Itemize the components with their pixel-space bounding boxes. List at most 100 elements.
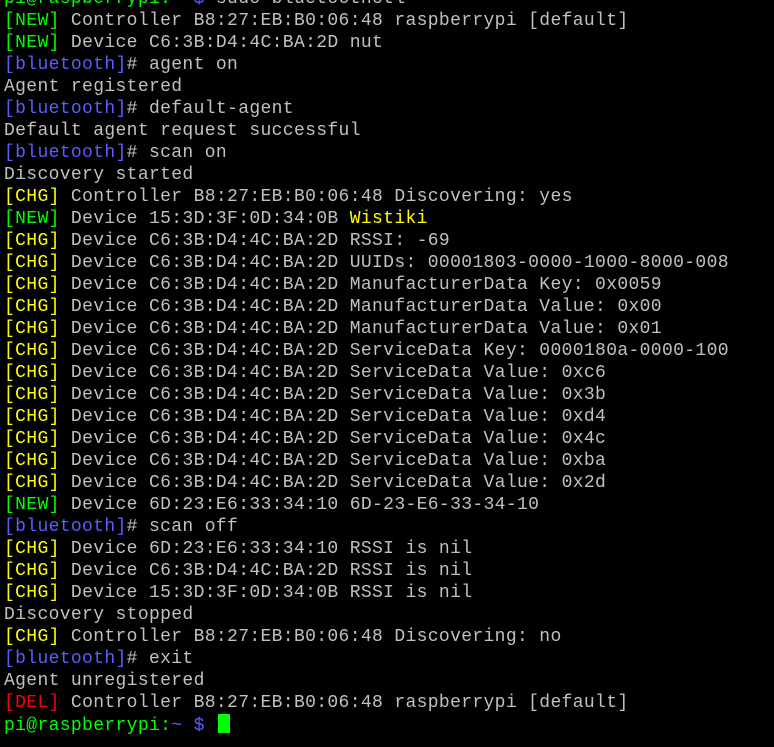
- chg-tag: [CHG]: [4, 385, 60, 405]
- output-text: Discovery started: [4, 165, 194, 185]
- output-text: Device C6:3B:D4:4C:BA:2D ServiceData Val…: [59, 363, 607, 383]
- prompt-user-host: pi@raspberrypi:: [4, 716, 172, 736]
- prompt-path: ~ $: [171, 716, 205, 736]
- output-text: Controller B8:27:EB:B0:06:48 raspberrypi…: [59, 693, 629, 713]
- output-text: # scan on: [126, 143, 228, 163]
- new-tag: [NEW]: [4, 495, 60, 515]
- bluetooth-prompt-tag: [bluetooth]: [4, 517, 127, 537]
- output-text: Device C6:3B:D4:4C:BA:2D UUIDs: 00001803…: [59, 253, 729, 273]
- terminal-line: [CHG] Device C6:3B:D4:4C:BA:2D ServiceDa…: [4, 340, 774, 362]
- chg-tag: [CHG]: [4, 429, 60, 449]
- terminal-line: Default agent request successful: [4, 120, 774, 142]
- terminal-line: [bluetooth]# scan on: [4, 142, 774, 164]
- output-text: # scan off: [126, 517, 239, 537]
- chg-tag: [CHG]: [4, 253, 60, 273]
- prompt-path: ~ $: [171, 0, 204, 9]
- chg-tag: [CHG]: [4, 231, 60, 251]
- output-text: Device C6:3B:D4:4C:BA:2D RSSI: -69: [59, 231, 451, 251]
- terminal-line: [CHG] Device C6:3B:D4:4C:BA:2D ServiceDa…: [4, 384, 774, 406]
- output-text: Device 15:3D:3F:0D:34:0B: [59, 209, 350, 229]
- terminal-line: [CHG] Device C6:3B:D4:4C:BA:2D Manufactu…: [4, 274, 774, 296]
- terminal-line: [CHG] Device C6:3B:D4:4C:BA:2D RSSI is n…: [4, 560, 774, 582]
- output-text: Device 15:3D:3F:0D:34:0B RSSI is nil: [59, 583, 473, 603]
- bluetooth-prompt-tag: [bluetooth]: [4, 99, 127, 119]
- terminal-line: [DEL] Controller B8:27:EB:B0:06:48 raspb…: [4, 692, 774, 714]
- terminal-line: [CHG] Device C6:3B:D4:4C:BA:2D UUIDs: 00…: [4, 252, 774, 274]
- chg-tag: [CHG]: [4, 407, 60, 427]
- terminal-line: [NEW] Device 6D:23:E6:33:34:10 6D-23-E6-…: [4, 494, 774, 516]
- output-text: Device C6:3B:D4:4C:BA:2D nut: [59, 33, 384, 53]
- output-text: Device 6D:23:E6:33:34:10 RSSI is nil: [59, 539, 473, 559]
- terminal-line: [CHG] Controller B8:27:EB:B0:06:48 Disco…: [4, 626, 774, 648]
- chg-tag: [CHG]: [4, 341, 60, 361]
- terminal-line: Discovery stopped: [4, 604, 774, 626]
- output-text: Device 6D:23:E6:33:34:10 6D-23-E6-33-34-…: [59, 495, 540, 515]
- terminal-line: [CHG] Device C6:3B:D4:4C:BA:2D ServiceDa…: [4, 406, 774, 428]
- output-text: Device C6:3B:D4:4C:BA:2D ServiceData Val…: [59, 407, 607, 427]
- terminal-line: [CHG] Device 15:3D:3F:0D:34:0B RSSI is n…: [4, 582, 774, 604]
- terminal-line: [CHG] Controller B8:27:EB:B0:06:48 Disco…: [4, 186, 774, 208]
- chg-tag: [CHG]: [4, 583, 60, 603]
- terminal-line: pi@raspberrypi:~ $: [4, 714, 774, 736]
- output-text: Agent registered: [4, 77, 183, 97]
- chg-tag: [CHG]: [4, 561, 60, 581]
- terminal-line: [bluetooth]# default-agent: [4, 98, 774, 120]
- bluetooth-prompt-tag: [bluetooth]: [4, 649, 127, 669]
- del-tag: [DEL]: [4, 693, 60, 713]
- terminal-line: [NEW] Device 15:3D:3F:0D:34:0B Wistiki: [4, 208, 774, 230]
- output-text: Agent unregistered: [4, 671, 205, 691]
- new-tag: [NEW]: [4, 33, 60, 53]
- terminal-output[interactable]: pi@raspberrypi:~ $ sudo bluetoothctl[NEW…: [4, 0, 774, 736]
- terminal-line: [bluetooth]# exit: [4, 648, 774, 670]
- terminal-line: [CHG] Device C6:3B:D4:4C:BA:2D ServiceDa…: [4, 362, 774, 384]
- chg-tag: [CHG]: [4, 539, 60, 559]
- output-text: Device C6:3B:D4:4C:BA:2D ManufacturerDat…: [59, 297, 662, 317]
- output-text: # agent on: [126, 55, 239, 75]
- block-cursor: [217, 714, 230, 733]
- chg-tag: [CHG]: [4, 187, 60, 207]
- chg-tag: [CHG]: [4, 275, 60, 295]
- terminal-line: [bluetooth]# agent on: [4, 54, 774, 76]
- terminal-line: Agent registered: [4, 76, 774, 98]
- output-text: Device C6:3B:D4:4C:BA:2D ServiceData Val…: [59, 385, 607, 405]
- terminal-line: [CHG] Device C6:3B:D4:4C:BA:2D ServiceDa…: [4, 450, 774, 472]
- output-text: Default agent request successful: [4, 121, 361, 141]
- terminal-line: Agent unregistered: [4, 670, 774, 692]
- new-tag: [NEW]: [4, 11, 60, 31]
- output-text: Device C6:3B:D4:4C:BA:2D ServiceData Val…: [59, 451, 607, 471]
- device-name: Wistiki: [349, 209, 428, 229]
- output-text: Device C6:3B:D4:4C:BA:2D ServiceData Val…: [59, 429, 607, 449]
- bluetooth-prompt-tag: [bluetooth]: [4, 143, 127, 163]
- chg-tag: [CHG]: [4, 451, 60, 471]
- terminal-line: pi@raspberrypi:~ $ sudo bluetoothctl: [4, 0, 774, 10]
- chg-tag: [CHG]: [4, 473, 60, 493]
- output-text: Device C6:3B:D4:4C:BA:2D ServiceData Key…: [59, 341, 729, 361]
- terminal-line: [CHG] Device C6:3B:D4:4C:BA:2D ServiceDa…: [4, 428, 774, 450]
- output-text: Controller B8:27:EB:B0:06:48 raspberrypi…: [59, 11, 629, 31]
- terminal-line: [bluetooth]# scan off: [4, 516, 774, 538]
- output-text: # default-agent: [126, 99, 294, 119]
- terminal-line: [CHG] Device 6D:23:E6:33:34:10 RSSI is n…: [4, 538, 774, 560]
- output-text: Controller B8:27:EB:B0:06:48 Discovering…: [59, 187, 573, 207]
- output-text: # exit: [126, 649, 194, 669]
- chg-tag: [CHG]: [4, 297, 60, 317]
- terminal-line: Discovery started: [4, 164, 774, 186]
- chg-tag: [CHG]: [4, 319, 60, 339]
- output-text: Device C6:3B:D4:4C:BA:2D RSSI is nil: [59, 561, 473, 581]
- terminal-line: [NEW] Controller B8:27:EB:B0:06:48 raspb…: [4, 10, 774, 32]
- output-text: sudo bluetoothctl: [205, 0, 406, 9]
- output-text: Device C6:3B:D4:4C:BA:2D ManufacturerDat…: [59, 319, 662, 339]
- terminal-line: [NEW] Device C6:3B:D4:4C:BA:2D nut: [4, 32, 774, 54]
- output-text: Discovery stopped: [4, 605, 194, 625]
- new-tag: [NEW]: [4, 209, 60, 229]
- output-text: Device C6:3B:D4:4C:BA:2D ManufacturerDat…: [59, 275, 662, 295]
- chg-tag: [CHG]: [4, 363, 60, 383]
- prompt-user-host: pi@raspberrypi:: [4, 0, 171, 9]
- terminal-line: [CHG] Device C6:3B:D4:4C:BA:2D RSSI: -69: [4, 230, 774, 252]
- terminal-line: [CHG] Device C6:3B:D4:4C:BA:2D Manufactu…: [4, 296, 774, 318]
- output-text: Device C6:3B:D4:4C:BA:2D ServiceData Val…: [59, 473, 607, 493]
- terminal-line: [CHG] Device C6:3B:D4:4C:BA:2D Manufactu…: [4, 318, 774, 340]
- chg-tag: [CHG]: [4, 627, 60, 647]
- bluetooth-prompt-tag: [bluetooth]: [4, 55, 127, 75]
